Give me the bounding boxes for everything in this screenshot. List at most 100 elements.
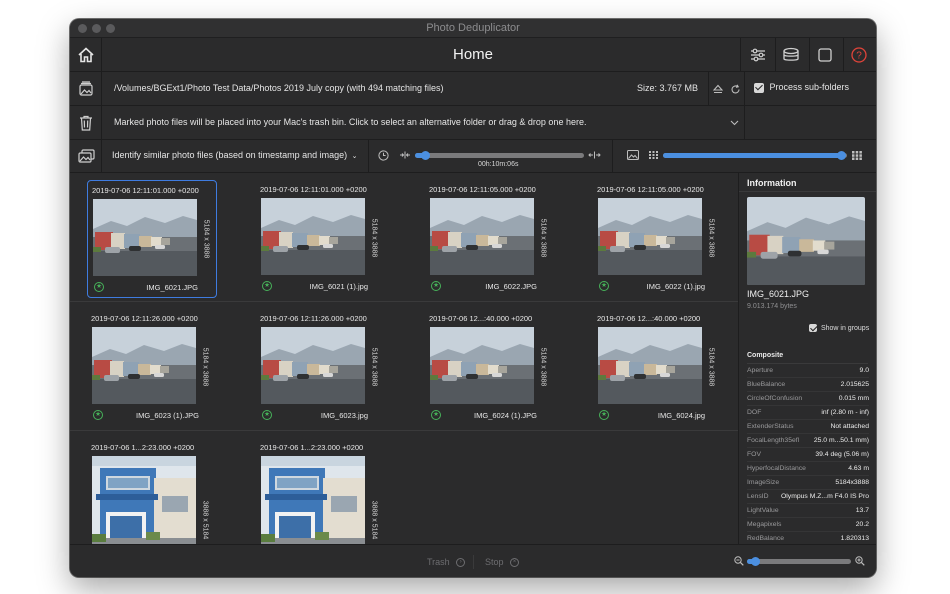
app-window: Photo Deduplicator Home ? /Volumes/BGExt…	[70, 19, 876, 577]
folder-path[interactable]: /Volumes/BGExt1/Photo Test Data/Photos 2…	[114, 83, 444, 93]
photo-cell[interactable]: 2019-07-06 12:11:26.000 +0200 5184 x 3888…	[87, 309, 217, 427]
info-row: LightValue 13.7	[747, 505, 869, 518]
trash-bar: Marked photo files will be placed into y…	[70, 106, 876, 140]
photo-dimensions: 5184 x 3888	[539, 347, 547, 387]
photo-cell[interactable]: 2019-07-06 1...2:23.000 +0200 3888 x 5184	[87, 438, 217, 544]
photo-cell[interactable]: 2019-07-06 12:11:01.000 +0200 5184 x 3888…	[87, 180, 217, 298]
thumbnail-zoom-slider[interactable]	[747, 557, 851, 566]
info-value: Not attached	[830, 423, 869, 430]
stop-button-label: Stop	[485, 557, 504, 567]
subfolders-label: Process sub-folders	[769, 82, 850, 92]
help-icon[interactable]: ?	[849, 45, 869, 65]
photo-folder-icon[interactable]	[77, 80, 95, 98]
small-grid-icon[interactable]	[648, 150, 659, 160]
keep-star-icon[interactable]: ★	[599, 410, 609, 420]
photo-timestamp: 2019-07-06 12...:40.000 +0200	[429, 314, 533, 323]
show-in-groups-checkbox[interactable]	[809, 324, 817, 332]
photo-thumbnail[interactable]	[430, 198, 534, 275]
window-square-icon[interactable]	[815, 45, 835, 65]
photo-filename: IMG_6023 (1).JPG	[136, 411, 199, 420]
photo-filename: IMG_6021.JPG	[146, 283, 198, 292]
keep-star-icon[interactable]: ★	[93, 410, 103, 420]
info-value: 0.015 mm	[838, 395, 869, 402]
photo-cell[interactable]: 2019-07-06 12:11:05.000 +0200 5184 x 3888…	[425, 180, 555, 298]
chevron-down-icon[interactable]	[728, 117, 740, 129]
trash-button[interactable]: Trash ›	[427, 557, 466, 568]
zoom-in-icon[interactable]	[854, 555, 866, 567]
info-key: CircleOfConfusion	[747, 395, 803, 402]
photo-dimensions: 3888 x 5184	[370, 500, 378, 540]
trash-button-label: Trash	[427, 557, 450, 567]
keep-star-icon[interactable]: ★	[94, 282, 104, 292]
chevron-down-icon: ⌄	[351, 153, 358, 160]
eject-icon[interactable]	[711, 82, 725, 96]
info-row: ExtenderStatus Not attached	[747, 421, 869, 434]
photo-timestamp: 2019-07-06 12:11:05.000 +0200	[597, 185, 704, 194]
keep-star-icon[interactable]: ★	[262, 281, 272, 291]
photo-filename: IMG_6024.jpg	[657, 411, 705, 420]
photo-thumbnail[interactable]	[261, 327, 365, 404]
refresh-icon[interactable]	[728, 82, 742, 96]
photo-thumbnail[interactable]	[92, 327, 196, 404]
time-widen-icon[interactable]	[587, 150, 601, 160]
info-value: Olympus M.Z...m F4.0 IS Pro	[781, 493, 869, 500]
large-grid-icon[interactable]	[851, 149, 863, 161]
info-key: BlueBalance	[747, 381, 786, 388]
information-panel: Information IMG_6021.JPG 9.013.174 bytes…	[738, 173, 876, 546]
photo-filename: IMG_6021 (1).jpg	[309, 282, 368, 291]
clock-icon	[377, 149, 389, 161]
info-value: 39.4 deg (5.06 m)	[815, 451, 869, 458]
info-key: LensID	[747, 493, 769, 500]
keep-star-icon[interactable]: ★	[262, 410, 272, 420]
photo-thumbnail[interactable]	[598, 198, 702, 275]
keep-star-icon[interactable]: ★	[599, 281, 609, 291]
info-filename: IMG_6021.JPG	[747, 289, 810, 299]
info-row: Megapixels 20.2	[747, 519, 869, 532]
photo-thumbnail[interactable]	[261, 456, 365, 544]
photo-cell[interactable]: 2019-07-06 12:11:01.000 +0200 5184 x 3888…	[256, 180, 386, 298]
photo-grid: 2019-07-06 12:11:01.000 +0200 5184 x 3888…	[70, 173, 738, 544]
info-value: 4.63 m	[848, 465, 869, 472]
storage-stack-icon[interactable]	[781, 45, 801, 65]
settings-sliders-icon[interactable]	[748, 46, 768, 64]
photo-cell[interactable]: 2019-07-06 12...:40.000 +0200 5184 x 3888…	[593, 309, 723, 427]
info-value: 20.2	[855, 521, 869, 528]
photo-cell[interactable]: 2019-07-06 12...:40.000 +0200 5184 x 3888…	[425, 309, 555, 427]
photo-thumbnail[interactable]	[93, 199, 197, 276]
zoom-out-icon[interactable]	[733, 555, 745, 567]
keep-star-icon[interactable]: ★	[431, 281, 441, 291]
photo-timestamp: 2019-07-06 12:11:05.000 +0200	[429, 185, 536, 194]
trash-icon[interactable]	[78, 114, 94, 132]
show-in-groups-toggle[interactable]: Show in groups	[809, 324, 869, 332]
photo-thumbnail[interactable]	[261, 198, 365, 275]
similarity-fill	[663, 153, 841, 158]
time-threshold-knob[interactable]	[421, 151, 430, 160]
photo-cell[interactable]: 2019-07-06 1...2:23.000 +0200 3888 x 5184	[256, 438, 386, 544]
photo-thumbnail[interactable]	[430, 327, 534, 404]
subfolders-checkbox[interactable]	[754, 82, 764, 93]
mode-select[interactable]: Identify similar photo files (based on t…	[112, 150, 358, 160]
single-image-icon	[626, 149, 639, 161]
zoom-knob[interactable]	[751, 557, 760, 566]
mode-bar: Identify similar photo files (based on t…	[70, 140, 876, 173]
chevron-right-icon: ›	[456, 558, 466, 568]
photo-thumbnail[interactable]	[598, 327, 702, 404]
info-title: Information	[747, 178, 797, 188]
process-subfolders-toggle[interactable]: Process sub-folders	[754, 82, 849, 93]
photo-cell[interactable]: 2019-07-06 12:11:26.000 +0200 5184 x 3888…	[256, 309, 386, 427]
title-bar: Photo Deduplicator	[70, 19, 876, 38]
similarity-knob[interactable]	[837, 151, 846, 160]
trash-destination-message[interactable]: Marked photo files will be placed into y…	[114, 117, 586, 127]
stop-button[interactable]: Stop ×	[485, 557, 520, 568]
similarity-slider[interactable]	[663, 151, 847, 160]
keep-star-icon[interactable]: ★	[431, 410, 441, 420]
info-row: LensID Olympus M.Z...m F4.0 IS Pro	[747, 491, 869, 504]
photo-thumbnail[interactable]	[92, 456, 196, 544]
time-threshold-slider[interactable]	[415, 151, 584, 160]
time-narrow-icon[interactable]	[399, 150, 411, 160]
photo-timestamp: 2019-07-06 12:11:26.000 +0200	[91, 314, 198, 323]
photo-timestamp: 2019-07-06 12:11:01.000 +0200	[92, 186, 199, 195]
similar-photos-icon[interactable]	[77, 148, 95, 164]
photo-cell[interactable]: 2019-07-06 12:11:05.000 +0200 5184 x 3888…	[593, 180, 723, 298]
info-value: 5184x3888	[835, 479, 869, 486]
